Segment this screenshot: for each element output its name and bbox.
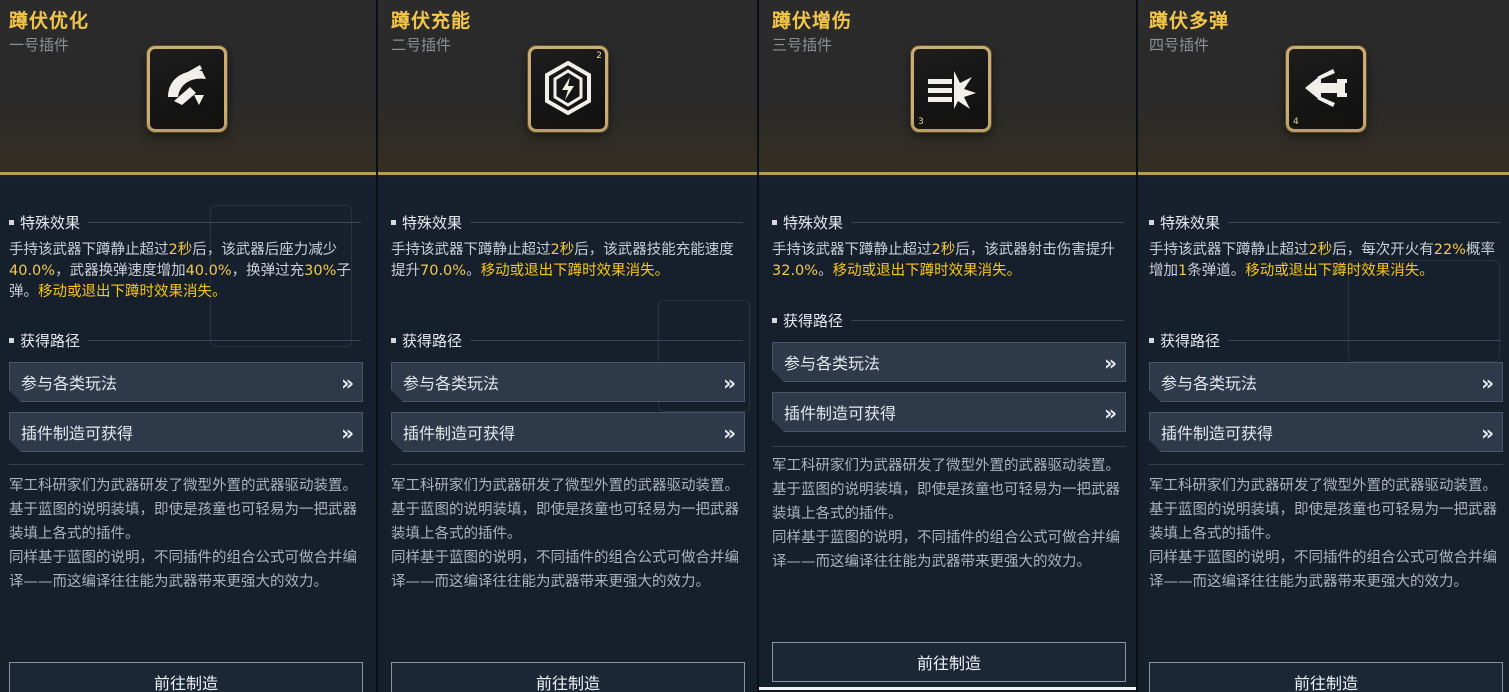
plugin-title: 蹲伏优化 xyxy=(9,10,90,32)
route-label: 参与各类玩法 xyxy=(1161,374,1258,393)
goto-craft-button[interactable]: 前往制造 xyxy=(772,642,1126,682)
route-button-gameplay[interactable]: 参与各类玩法 » xyxy=(391,362,745,402)
double-chevron-right-icon: » xyxy=(341,371,348,395)
plugin-card-1: 蹲伏优化 一号插件 特殊效果 手持该武器下蹲静止超过2秒后，该武器后座力减少40… xyxy=(0,0,377,692)
crouch-multishot-icon: 4 xyxy=(1286,46,1366,132)
effect-description: 手持该武器下蹲静止超过2秒后，该武器技能充能速度提升70.0%。移动或退出下蹲时… xyxy=(391,242,734,279)
plugin-subtitle: 一号插件 xyxy=(9,36,70,54)
route-label: 插件制造可获得 xyxy=(784,404,897,423)
route-label: 插件制造可获得 xyxy=(21,424,134,443)
effect-description: 手持该武器下蹲静止超过2秒后，该武器射击伤害提升32.0%。移动或退出下蹲时效果… xyxy=(772,242,1115,279)
route-label: 插件制造可获得 xyxy=(1161,424,1274,443)
double-chevron-right-icon: » xyxy=(723,371,730,395)
section-acquire-route: 获得路径 xyxy=(772,310,1124,331)
card-header: 蹲伏充能 二号插件 2 xyxy=(378,0,758,175)
plugin-title: 蹲伏增伤 xyxy=(772,10,853,32)
lore-text: 军工科研家们为武器研发了微型外置的武器驱动装置。 基于蓝图的说明装填，即使是孩童… xyxy=(1149,478,1497,590)
section-title: 特殊效果 xyxy=(20,214,81,232)
divider xyxy=(9,464,363,465)
section-title: 特殊效果 xyxy=(402,214,463,232)
plugin-title: 蹲伏多弹 xyxy=(1149,10,1230,32)
section-special-effect: 特殊效果 xyxy=(1149,212,1501,233)
divider xyxy=(1149,464,1503,465)
double-chevron-right-icon: » xyxy=(341,421,348,445)
route-button-craft[interactable]: 插件制造可获得 » xyxy=(9,412,363,452)
double-chevron-right-icon: » xyxy=(1481,371,1488,395)
double-chevron-right-icon: » xyxy=(1104,401,1111,425)
section-acquire-route: 获得路径 xyxy=(1149,330,1501,351)
card-header: 蹲伏优化 一号插件 xyxy=(0,0,377,175)
route-label: 参与各类玩法 xyxy=(403,374,500,393)
plugin-card-3: 蹲伏增伤 三号插件 3 特殊效果 手持该武器下蹲静止超过2秒后，该武器射击伤害提… xyxy=(759,0,1136,690)
section-title: 获得路径 xyxy=(20,332,81,350)
route-button-gameplay[interactable]: 参与各类玩法 » xyxy=(9,362,363,402)
section-acquire-route: 获得路径 xyxy=(9,330,361,351)
divider xyxy=(391,464,745,465)
double-chevron-right-icon: » xyxy=(1481,421,1488,445)
goto-craft-button[interactable]: 前往制造 xyxy=(9,662,363,692)
lore-text: 军工科研家们为武器研发了微型外置的武器驱动装置。 基于蓝图的说明装填，即使是孩童… xyxy=(391,478,739,590)
section-special-effect: 特殊效果 xyxy=(391,212,743,233)
divider xyxy=(772,446,1126,447)
section-title: 获得路径 xyxy=(783,312,844,330)
effect-description: 手持该武器下蹲静止超过2秒后，该武器后座力减少40.0%，武器换弹速度增加40.… xyxy=(9,242,351,300)
crouch-optimize-icon xyxy=(147,46,227,132)
section-title: 获得路径 xyxy=(402,332,463,350)
lore-text: 军工科研家们为武器研发了微型外置的武器驱动装置。 基于蓝图的说明装填，即使是孩童… xyxy=(772,458,1120,570)
route-button-gameplay[interactable]: 参与各类玩法 » xyxy=(772,342,1126,382)
route-label: 插件制造可获得 xyxy=(403,424,516,443)
route-button-gameplay[interactable]: 参与各类玩法 » xyxy=(1149,362,1503,402)
effect-description: 手持该武器下蹲静止超过2秒后，每次开火有22%概率增加1条弹道。移动或退出下蹲时… xyxy=(1149,242,1495,279)
double-chevron-right-icon: » xyxy=(1104,351,1111,375)
route-button-craft[interactable]: 插件制造可获得 » xyxy=(391,412,745,452)
section-title: 获得路径 xyxy=(1160,332,1221,350)
route-label: 参与各类玩法 xyxy=(21,374,118,393)
route-label: 参与各类玩法 xyxy=(784,354,881,373)
crouch-charge-icon: 2 xyxy=(528,46,608,132)
double-chevron-right-icon: » xyxy=(723,421,730,445)
section-title: 特殊效果 xyxy=(783,214,844,232)
plugin-subtitle: 二号插件 xyxy=(391,36,452,54)
badge-number: 3 xyxy=(918,117,924,127)
plugin-card-2: 蹲伏充能 二号插件 2 特殊效果 手持该武器下蹲静止超过2秒后，该武器技能充能速… xyxy=(378,0,758,692)
plugin-title: 蹲伏充能 xyxy=(391,10,472,32)
plugin-subtitle: 四号插件 xyxy=(1149,36,1210,54)
route-button-craft[interactable]: 插件制造可获得 » xyxy=(772,392,1126,432)
bottom-edge xyxy=(759,687,1136,690)
section-title: 特殊效果 xyxy=(1160,214,1221,232)
plugin-card-4: 蹲伏多弹 四号插件 4 特殊效果 手持该武器下蹲静止超过2秒后，每次开火有22%… xyxy=(1138,0,1509,692)
section-acquire-route: 获得路径 xyxy=(391,330,743,351)
badge-number: 2 xyxy=(596,51,602,61)
lore-text: 军工科研家们为武器研发了微型外置的武器驱动装置。 基于蓝图的说明装填，即使是孩童… xyxy=(9,478,357,590)
section-special-effect: 特殊效果 xyxy=(772,212,1124,233)
plugin-subtitle: 三号插件 xyxy=(772,36,833,54)
badge-number: 4 xyxy=(1293,117,1299,127)
card-header: 蹲伏多弹 四号插件 4 xyxy=(1138,0,1509,175)
goto-craft-button[interactable]: 前往制造 xyxy=(1149,662,1503,692)
section-special-effect: 特殊效果 xyxy=(9,212,361,233)
goto-craft-button[interactable]: 前往制造 xyxy=(391,662,745,692)
route-button-craft[interactable]: 插件制造可获得 » xyxy=(1149,412,1503,452)
card-header: 蹲伏增伤 三号插件 3 xyxy=(759,0,1136,175)
crouch-damage-icon: 3 xyxy=(911,46,991,132)
